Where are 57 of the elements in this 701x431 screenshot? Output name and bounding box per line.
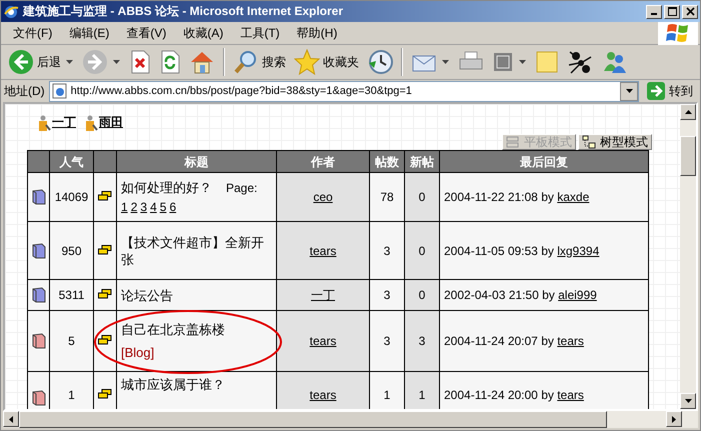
view-mode-button[interactable]: 树型模式 [578, 134, 652, 150]
menu-item[interactable]: 帮助(H) [288, 24, 346, 42]
column-header: 最后回复 [440, 150, 648, 172]
column-header: 新帖 [404, 150, 440, 172]
author-link[interactable]: ceo [313, 190, 333, 204]
favorites-button[interactable]: 收藏夹 [291, 47, 362, 77]
new-posts-cell: 1 [404, 372, 440, 409]
user-link[interactable]: lxg9394 [557, 244, 600, 258]
user-link[interactable]: tears [557, 388, 584, 402]
author-link[interactable]: tears [310, 388, 336, 402]
go-button[interactable]: 转到 [643, 82, 697, 100]
menu-item[interactable]: 收藏(A) [175, 24, 232, 42]
new-posts-cell: 0 [404, 172, 440, 222]
thread-title-link[interactable]: 自己在北京盖栋楼 [121, 321, 225, 338]
moderator-link[interactable]: 雨田 [99, 114, 123, 131]
last-reply-time: 2004-11-22 21:08 by [444, 190, 554, 204]
author-link[interactable]: tears [310, 334, 336, 348]
views-cell: 5 [50, 310, 94, 372]
new-posts-cell: 3 [404, 310, 440, 372]
new-posts-cell: 0 [404, 280, 440, 310]
last-reply-time: 2004-11-05 09:53 by [444, 244, 554, 258]
moderator-link[interactable]: 一丁 [52, 114, 76, 131]
last-reply-time: 2004-11-24 20:00 by [444, 388, 554, 402]
page-link[interactable]: 5 [160, 198, 166, 216]
menu-item[interactable]: 查看(V) [118, 24, 176, 42]
back-button[interactable]: 后退 [5, 47, 64, 77]
author-link[interactable]: tears [310, 244, 336, 258]
user-link[interactable]: kaxde [557, 190, 590, 204]
views-cell: 14069 [50, 172, 94, 222]
column-header: 标题 [116, 150, 276, 172]
last-reply-time: 2004-11-24 20:07 by [444, 334, 554, 348]
blog-tag: [Blog] [121, 344, 272, 361]
page-link[interactable]: 1 [121, 198, 128, 216]
column-header: 帖数 [370, 150, 404, 172]
page-link[interactable]: 4 [150, 198, 157, 216]
user-link[interactable]: alei999 [558, 288, 597, 302]
window-title: 建筑施工与监理 - ABBS 论坛 - Microsoft Internet Explorer [23, 3, 344, 20]
views-cell: 5311 [50, 280, 94, 310]
address-label: 地址(D) [4, 82, 45, 100]
thread-title-link[interactable]: 如何处理的好？ [121, 178, 212, 196]
author-link[interactable]: 一丁 [311, 288, 335, 302]
new-posts-cell: 0 [404, 222, 440, 280]
address-field[interactable]: http://www.abbs.com.cn/bbs/post/page?bid=38&sty=1&age=30&tpg=1 [48, 80, 639, 102]
column-header: 作者 [276, 150, 370, 172]
menu-item[interactable]: 编辑(E) [61, 24, 118, 42]
page-link[interactable]: 3 [140, 198, 148, 216]
user-link[interactable]: tears [557, 334, 584, 348]
search-button[interactable]: 搜索 [230, 47, 289, 77]
page-link[interactable]: 6 [169, 198, 176, 216]
page-link[interactable]: 2 [130, 198, 138, 216]
thread-title-link[interactable]: 论坛公告 [121, 286, 173, 304]
menu-item[interactable]: 文件(F) [5, 24, 62, 42]
column-header: 人气 [50, 150, 94, 172]
page-label: Page: [226, 180, 258, 196]
views-cell: 950 [50, 222, 94, 280]
menu-item[interactable]: 工具(T) [232, 24, 289, 42]
last-reply-time: 2002-04-03 21:50 by [444, 288, 555, 302]
